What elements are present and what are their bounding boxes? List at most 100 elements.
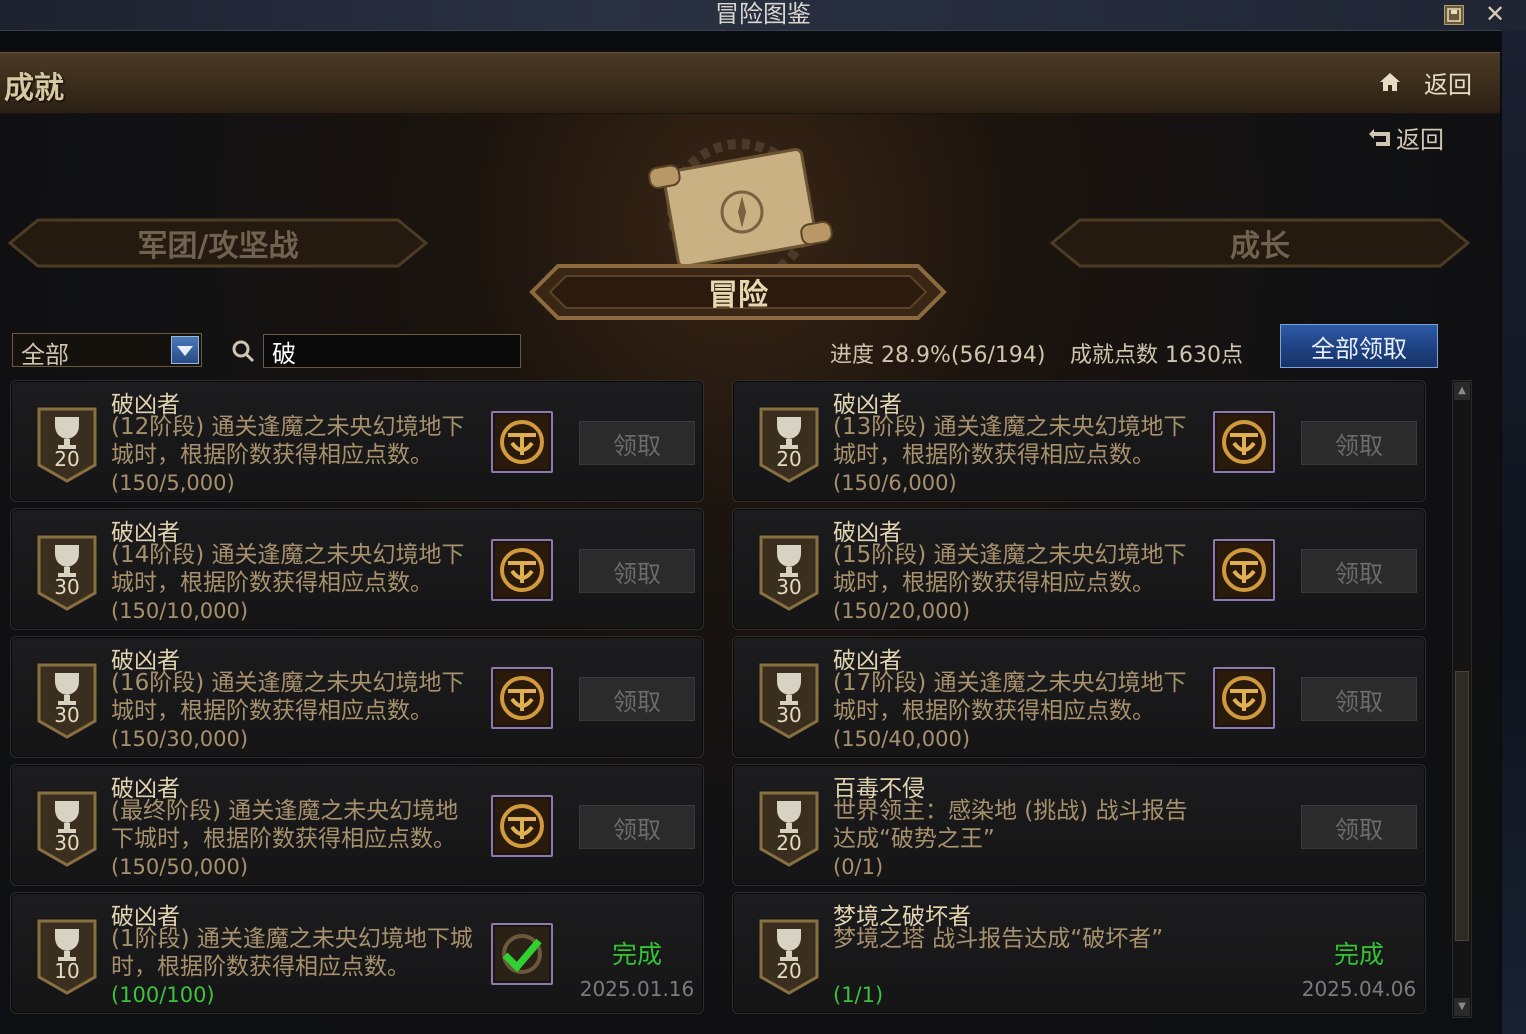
reward-icon[interactable] (1213, 411, 1275, 473)
window-titlebar: 冒险图鉴 ✕ (0, 0, 1526, 31)
achievement-description: (13阶段) 通关逢魔之未央幻境地下城时，根据阶数获得相应点数。 (833, 414, 1187, 468)
achievement-progress: (150/30,000) (111, 727, 249, 751)
page-title: 成就 (4, 71, 64, 106)
claim-button[interactable]: 领取 (1301, 677, 1417, 721)
achievement-card: 30 破凶者 (14阶段) 通关逢魔之未央幻境地下城时，根据阶数获得相应点数。 (15… (10, 508, 704, 630)
tab-adventure-label: 冒险 (708, 278, 768, 313)
achievement-card: 30 破凶者 (15阶段) 通关逢魔之未央幻境地下城时，根据阶数获得相应点数。 (15… (732, 508, 1426, 630)
achievement-card: 10 破凶者 (1阶段) 通关逢魔之未央幻境地下城时，根据阶数获得相应点数。 (100… (10, 892, 704, 1014)
achievement-description: (16阶段) 通关逢魔之未央幻境地下城时，根据阶数获得相应点数。 (111, 670, 465, 724)
claim-button[interactable]: 领取 (579, 421, 695, 465)
tab-adventure[interactable]: 冒险 (528, 262, 948, 322)
achievement-list: 20 破凶者 (12阶段) 通关逢魔之未央幻境地下城时，根据阶数获得相应点数。 (15… (10, 380, 1430, 1020)
reward-icon[interactable] (491, 411, 553, 473)
return-arrow-icon (1369, 128, 1390, 146)
tab-growth-label: 成长 (1230, 229, 1290, 264)
claim-button[interactable]: 领取 (579, 549, 695, 593)
trophy-icon (35, 661, 99, 739)
achievement-points-value: 30 (54, 831, 80, 855)
trophy-icon (35, 917, 99, 995)
achievement-card: 20 百毒不侵 世界领主：感染地 (挑战) 战斗报告达成“破势之王” (0/1) 领取 (732, 764, 1426, 886)
scroll-up-icon[interactable]: ▲ (1454, 382, 1470, 400)
claim-button[interactable]: 领取 (1301, 805, 1417, 849)
achievement-description: (12阶段) 通关逢魔之未央幻境地下城时，根据阶数获得相应点数。 (111, 414, 465, 468)
achievement-description: (最终阶段) 通关逢魔之未央幻境地下城时，根据阶数获得相应点数。 (111, 798, 459, 852)
achievement-card: 30 破凶者 (最终阶段) 通关逢魔之未央幻境地下城时，根据阶数获得相应点数。 (15… (10, 764, 704, 886)
scroll-emblem-icon (648, 139, 833, 282)
chevron-down-icon[interactable] (171, 336, 199, 364)
close-icon[interactable]: ✕ (1484, 2, 1506, 26)
trophy-icon (757, 661, 821, 739)
achievement-card: 20 破凶者 (13阶段) 通关逢魔之未央幻境地下城时，根据阶数获得相应点数。 (15… (732, 380, 1426, 502)
achievement-points-value: 20 (54, 447, 80, 471)
completed-label: 完成 (611, 940, 662, 969)
search-input[interactable] (263, 334, 521, 368)
trophy-icon (757, 789, 821, 867)
claim-all-button[interactable]: 全部领取 (1280, 324, 1438, 368)
achievement-card: 20 梦境之破坏者 梦境之塔 战斗报告达成“破坏者” (1/1) 完成 2025.04.0… (732, 892, 1426, 1014)
claim-button[interactable]: 领取 (1301, 421, 1417, 465)
trophy-icon (757, 405, 821, 483)
achievement-progress: (0/1) (833, 855, 884, 879)
completed-date: 2025.01.16 (579, 977, 695, 1001)
reward-icon[interactable] (1213, 667, 1275, 729)
scroll-thumb[interactable] (1455, 671, 1469, 941)
scrollbar[interactable]: ▲ ▼ (1452, 380, 1472, 1018)
claim-button[interactable]: 领取 (579, 677, 695, 721)
completed-date: 2025.04.06 (1301, 977, 1417, 1001)
achievement-description: (17阶段) 通关逢魔之未央幻境地下城时，根据阶数获得相应点数。 (833, 670, 1187, 724)
trophy-icon (35, 405, 99, 483)
achievement-points-value: 10 (54, 959, 80, 983)
dropdown-value: 全部 (21, 341, 69, 369)
search-icon (232, 340, 255, 363)
completed-reward-icon[interactable] (491, 923, 553, 985)
achievement-points-value: 20 (776, 447, 802, 471)
achievement-description: (15阶段) 通关逢魔之未央幻境地下城时，根据阶数获得相应点数。 (833, 542, 1187, 596)
tab-legion-siege-label: 军团/攻坚战 (137, 229, 299, 264)
claim-button[interactable]: 领取 (1301, 549, 1417, 593)
achievement-points-value: 20 (776, 831, 802, 855)
reward-icon[interactable] (491, 667, 553, 729)
back-button[interactable]: 返回 (1424, 65, 1472, 100)
tab-growth[interactable]: 成长 (1050, 218, 1470, 268)
trophy-icon (757, 533, 821, 611)
category-dropdown[interactable]: 全部 (12, 333, 202, 369)
progress-text: 进度 28.9%(56/194) (830, 343, 1046, 368)
achievement-points-value: 30 (54, 703, 80, 727)
back-sub-label: 返回 (1396, 126, 1444, 154)
achievement-progress: (100/100) (111, 983, 215, 1007)
achievement-progress: (150/5,000) (111, 471, 235, 495)
achievement-points: 成就点数 1630点 (1070, 343, 1243, 368)
achievement-points-value: 30 (776, 575, 802, 599)
achievement-card: 30 破凶者 (17阶段) 通关逢魔之未央幻境地下城时，根据阶数获得相应点数。 (15… (732, 636, 1426, 758)
trophy-icon (35, 789, 99, 867)
achievement-progress: (150/10,000) (111, 599, 249, 623)
save-icon[interactable] (1444, 5, 1464, 25)
achievement-description: 世界领主：感染地 (挑战) 战斗报告达成“破势之王” (833, 798, 1188, 852)
trophy-icon (757, 917, 821, 995)
back-sub-button[interactable]: 返回 (1368, 120, 1444, 155)
trophy-icon (35, 533, 99, 611)
reward-icon[interactable] (491, 539, 553, 601)
achievement-progress: (1/1) (833, 983, 884, 1007)
scroll-down-icon[interactable]: ▼ (1454, 998, 1470, 1016)
reward-icon[interactable] (1213, 539, 1275, 601)
achievement-card: 30 破凶者 (16阶段) 通关逢魔之未央幻境地下城时，根据阶数获得相应点数。 (15… (10, 636, 704, 758)
achievement-description: (14阶段) 通关逢魔之未央幻境地下城时，根据阶数获得相应点数。 (111, 542, 465, 596)
background-strip (1502, 30, 1526, 1034)
section-header: 成就 返回 (0, 52, 1500, 115)
achievement-points-value: 30 (776, 703, 802, 727)
reward-icon[interactable] (491, 795, 553, 857)
window-title: 冒险图鉴 (715, 0, 811, 28)
home-icon[interactable] (1378, 70, 1402, 94)
achievement-progress: (150/50,000) (111, 855, 249, 879)
achievement-points-value: 20 (776, 959, 802, 983)
achievement-progress: (150/6,000) (833, 471, 957, 495)
tab-legion-siege[interactable]: 军团/攻坚战 (8, 218, 428, 268)
achievement-progress: (150/20,000) (833, 599, 971, 623)
achievement-card: 20 破凶者 (12阶段) 通关逢魔之未央幻境地下城时，根据阶数获得相应点数。 (15… (10, 380, 704, 502)
achievement-description: (1阶段) 通关逢魔之未央幻境地下城时，根据阶数获得相应点数。 (111, 926, 473, 980)
claim-button[interactable]: 领取 (579, 805, 695, 849)
achievement-description: 梦境之塔 战斗报告达成“破坏者” (833, 926, 1164, 952)
completed-label: 完成 (1333, 940, 1384, 969)
